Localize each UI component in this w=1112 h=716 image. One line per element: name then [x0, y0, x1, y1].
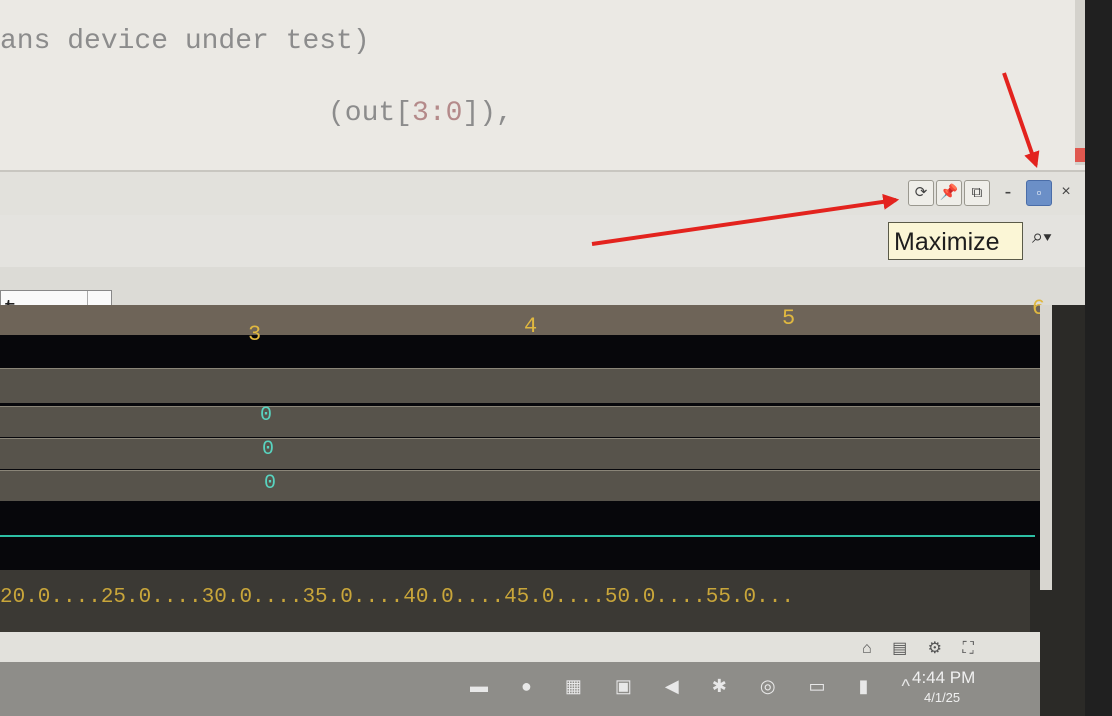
code-line-2-range: 3:0: [412, 98, 463, 129]
ruler-tick: 5: [782, 306, 796, 331]
close-button[interactable]: ×: [1054, 180, 1078, 204]
monitor-bezel: [1085, 0, 1112, 716]
taskbar-icons[interactable]: ▬ ● ▦ ▣ ◀ ✱ ◎ ▭ ▮ ^: [470, 676, 924, 697]
taskbar-clock-date: 4/1/25: [924, 690, 961, 705]
maximize-button[interactable]: ▫: [1026, 180, 1052, 206]
code-line-2-prefix: (out[: [328, 98, 413, 129]
pin-icon[interactable]: 📌: [936, 180, 962, 206]
code-line-1: ans device under test): [0, 26, 370, 57]
maximize-tooltip: Maximize: [888, 222, 1023, 260]
waveform-scrollbar[interactable]: [1040, 305, 1052, 590]
wave-value: 0: [262, 438, 275, 461]
wave-value: 0: [260, 404, 273, 427]
signal-header: [0, 267, 1085, 305]
signal-trace: [0, 535, 1035, 537]
ruler-tick: 4: [524, 314, 538, 339]
wave-value: 0: [264, 472, 277, 495]
minimize-button[interactable]: -: [996, 180, 1020, 204]
code-line-2-suffix: ]),: [462, 98, 513, 129]
wave-row[interactable]: [0, 438, 1040, 469]
wave-row[interactable]: [0, 470, 1040, 501]
code-line-2: (out[3:0]),: [328, 98, 513, 129]
taskbar-clock-time: 4:44 PM: [912, 668, 976, 687]
status-icons[interactable]: ⌂ ▤ ⚙ ⛶: [862, 638, 982, 658]
ruler-bottom-labels: 20.0....25.0....30.0....35.0....40.0....…: [0, 586, 794, 609]
recent-icon[interactable]: ⟳: [908, 180, 934, 206]
zoom-dropdown-icon[interactable]: ⌕▾: [1032, 222, 1076, 252]
undock-icon[interactable]: ⧉: [964, 180, 990, 206]
ruler-tick: 3: [248, 322, 262, 347]
wave-row[interactable]: [0, 406, 1040, 437]
wave-row[interactable]: [0, 368, 1040, 403]
